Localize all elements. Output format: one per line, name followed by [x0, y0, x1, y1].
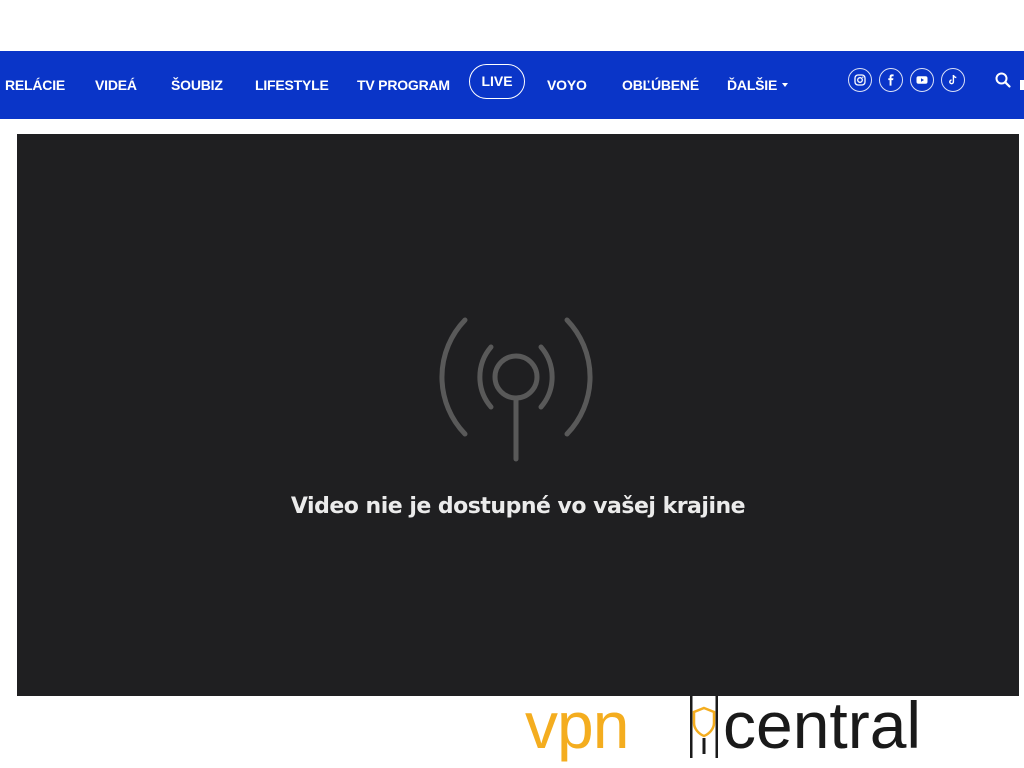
nav-item-tv-program[interactable]: TV PROGRAM	[357, 51, 450, 119]
broadcast-icon	[432, 314, 602, 489]
nav-item-oblubene[interactable]: OBĽÚBENÉ	[622, 51, 699, 119]
watermark-vpn-text: vpn	[525, 688, 629, 762]
search-icon[interactable]	[994, 71, 1012, 89]
vpncentral-watermark: vpn central	[525, 688, 1024, 768]
nav-item-voyo[interactable]: VOYO	[547, 51, 587, 119]
shield-icon	[687, 696, 721, 763]
nav-item-live[interactable]: LIVE	[469, 64, 525, 99]
nav-item-soubiz[interactable]: ŠOUBIZ	[171, 51, 223, 119]
clipped-nav-edge	[1020, 80, 1024, 90]
nav-item-relacie[interactable]: RELÁCIE	[5, 51, 65, 119]
video-player[interactable]: Video nie je dostupné vo vašej krajine	[17, 134, 1019, 696]
main-navbar: RELÁCIE VIDEÁ ŠOUBIZ LIFESTYLE TV PROGRA…	[0, 51, 1024, 119]
watermark-central-text: central	[723, 688, 922, 762]
chevron-down-icon	[782, 83, 789, 88]
nav-item-dalsie-label: ĎALŠIE	[727, 77, 778, 93]
nav-item-dalsie[interactable]: ĎALŠIE	[727, 51, 789, 119]
facebook-icon[interactable]	[879, 68, 903, 92]
nav-item-lifestyle[interactable]: LIFESTYLE	[255, 51, 329, 119]
youtube-icon[interactable]	[910, 68, 934, 92]
instagram-icon[interactable]	[848, 68, 872, 92]
geo-block-message: Video nie je dostupné vo vašej krajine	[290, 494, 746, 519]
nav-item-videa[interactable]: VIDEÁ	[95, 51, 137, 119]
tiktok-icon[interactable]	[941, 68, 965, 92]
